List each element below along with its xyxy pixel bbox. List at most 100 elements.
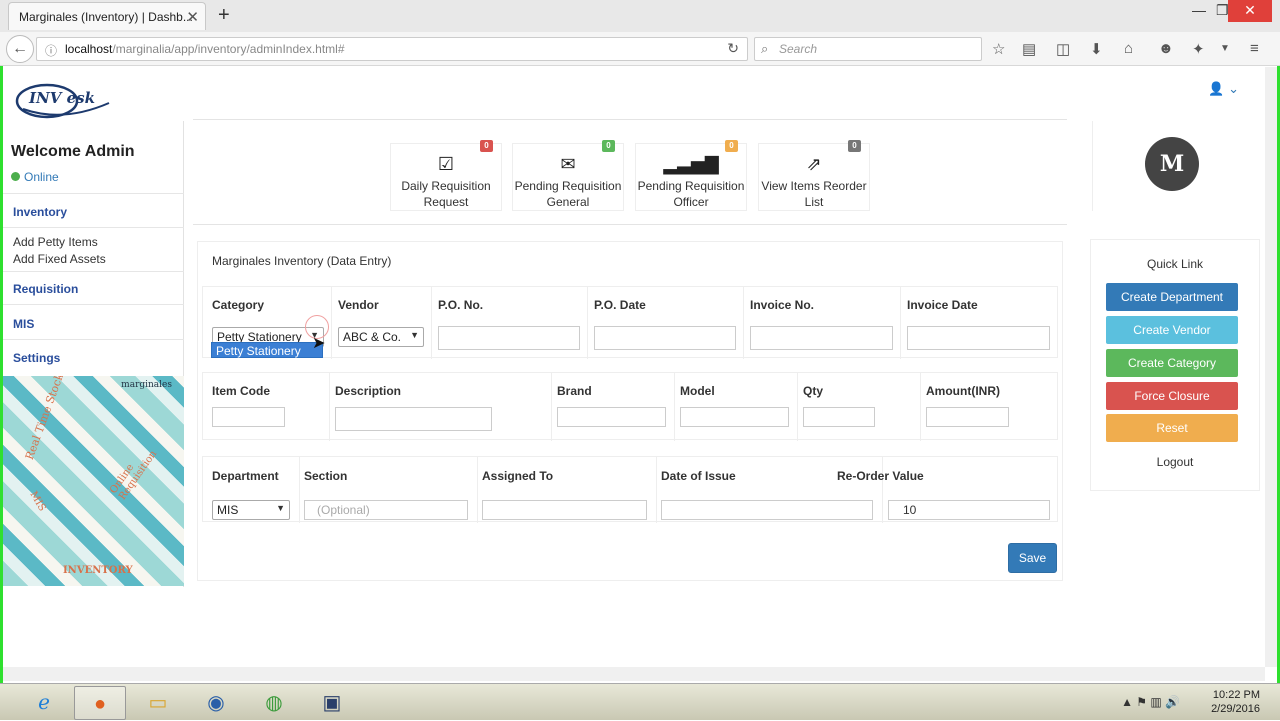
external-link-icon: ⇗ [806,154,822,174]
column-divider [882,457,883,523]
description-input[interactable] [335,407,492,431]
section-label: Section [304,469,348,483]
online-status-label: Online [24,170,59,184]
os-taskbar: ℯ ● ▭ ◉ ◍ ▣ ▲ ⚑ ▥ 🔊 10:22 PM 2/29/2016 [0,683,1280,720]
pocket-icon[interactable]: ◫ [1056,40,1070,58]
inv-desk-logo[interactable]: INV esk [13,79,113,123]
item-code-input[interactable] [212,407,285,427]
chrome-icon[interactable]: ◍ [248,686,300,720]
sidebar-promo-image: marginales Real Time Stock Online Requis… [3,376,184,586]
logout-link[interactable]: Logout [1090,455,1260,469]
tab-close-icon[interactable]: ✕ [186,8,199,26]
sidebar-item-inventory[interactable]: Inventory [13,205,67,219]
stat-label: View Items Reorder [761,179,867,193]
date-of-issue-input[interactable] [661,500,873,520]
sidebar-item-mis[interactable]: MIS [13,317,34,331]
assigned-to-label: Assigned To [482,469,554,483]
browser-search-input[interactable]: ⌕ Search [754,37,982,61]
url-path: /marginalia/app/inventory/adminIndex.htm… [112,42,345,56]
download-icon[interactable]: ⬇ [1090,40,1103,58]
reading-list-icon[interactable]: ▤ [1022,40,1036,58]
invoice-no-input[interactable] [750,326,893,350]
back-arrow-icon[interactable]: ← [6,35,34,63]
amount-input[interactable] [926,407,1009,427]
invoice-date-input[interactable] [907,326,1050,350]
vertical-scrollbar[interactable] [1265,67,1277,667]
force-closure-button[interactable]: Force Closure [1106,382,1238,410]
window-close-icon[interactable]: ✕ [1228,0,1272,22]
extension-dropdown-icon[interactable]: ▼ [1220,43,1230,54]
stat-label: Pending Requisition [637,179,745,193]
column-divider [299,457,300,523]
create-vendor-button[interactable]: Create Vendor [1106,316,1238,344]
logo-text: INV esk [29,89,95,107]
invoice-date-label: Invoice Date [907,298,978,312]
vendor-label: Vendor [338,298,379,312]
brand-input[interactable] [557,407,666,427]
internet-explorer-icon[interactable]: ℯ [18,686,70,720]
horizontal-scrollbar[interactable] [3,667,1265,681]
home-icon[interactable]: ⌂ [1124,40,1133,57]
reset-button[interactable]: Reset [1106,414,1238,442]
stat-badge: 0 [602,140,615,152]
bookmark-star-icon[interactable]: ☆ [992,40,1005,58]
info-icon[interactable]: ⓘ [45,42,57,59]
qty-input[interactable] [803,407,875,427]
stat-label: Pending Requisition [514,179,622,193]
sidebar-link-add-fixed-assets[interactable]: Add Fixed Assets [13,252,106,266]
system-clock[interactable]: 10:22 PM 2/29/2016 [1211,688,1260,716]
menu-hamburger-icon[interactable]: ≡ [1250,40,1259,57]
promo-brand: marginales [121,380,172,390]
reload-icon[interactable]: ↻ [727,40,739,57]
main-divider [193,224,1067,225]
online-dot-icon [11,172,20,181]
check-square-icon: ☑ [437,154,455,174]
new-tab-button[interactable]: + [218,4,230,27]
assigned-to-input[interactable] [482,500,647,520]
section-input[interactable]: (Optional) [304,500,468,520]
model-input[interactable] [680,407,789,427]
url-bar[interactable]: ⓘ localhost/marginalia/app/inventory/adm… [36,37,748,61]
category-dropdown-option[interactable]: Petty Stationery [211,342,323,358]
outlook-icon[interactable]: ◉ [190,686,242,720]
user-menu-icon[interactable]: 👤 ⌄ [1208,81,1239,97]
sidebar-item-requisition[interactable]: Requisition [13,282,78,296]
po-no-label: P.O. No. [438,298,484,312]
stat-badge: 0 [848,140,861,152]
vendor-select-value: ABC & Co. [343,330,402,344]
date-of-issue-label: Date of Issue [661,469,736,483]
column-divider [329,373,330,441]
column-divider [920,373,921,441]
description-label: Description [335,384,402,398]
quick-link-title: Quick Link [1146,257,1204,271]
minimize-icon[interactable]: — [1192,2,1206,18]
panel-title: Marginales Inventory (Data Entry) [212,254,392,268]
file-explorer-icon[interactable]: ▭ [132,686,184,720]
department-select[interactable]: MIS ▼ [212,500,290,520]
app-window-icon[interactable]: ▣ [306,686,358,720]
sidebar: Welcome Admin Online Inventory Add Petty… [3,121,184,587]
po-date-input[interactable] [594,326,736,350]
stat-pending-requisition-general[interactable]: 0 ✉ Pending Requisition General [512,140,624,211]
stat-view-items-reorder[interactable]: 0 ⇗ View Items Reorder List [758,140,870,211]
mouse-pointer-icon: ➤ [312,335,326,352]
save-button[interactable]: Save [1008,543,1057,573]
chat-icon[interactable]: ☻ [1158,40,1174,57]
firefox-icon[interactable]: ● [74,686,126,720]
system-tray-icons[interactable]: ▲ ⚑ ▥ 🔊 [1121,695,1180,709]
stat-badge: 0 [480,140,493,152]
sidebar-link-add-petty-items[interactable]: Add Petty Items [13,235,98,249]
create-department-button[interactable]: Create Department [1106,283,1238,311]
stat-daily-requisition[interactable]: 0 ☑ Daily Requisition Request [390,140,502,211]
maximize-icon[interactable]: ❐ [1216,2,1229,19]
column-divider [331,287,332,359]
po-no-input[interactable] [438,326,580,350]
create-category-button[interactable]: Create Category [1106,349,1238,377]
avatar[interactable]: M [1145,137,1199,191]
sidebar-item-settings[interactable]: Settings [13,351,60,365]
vendor-select[interactable]: ABC & Co. ▼ [338,327,424,347]
stat-pending-requisition-officer[interactable]: 0 ▂▃▅▇ Pending Requisition Officer [635,140,747,211]
reorder-value-input[interactable]: 10 [888,500,1050,520]
extension-icon[interactable]: ✦ [1192,40,1205,58]
browser-tab[interactable]: Marginales (Inventory) | Dashb... ✕ [8,2,206,30]
